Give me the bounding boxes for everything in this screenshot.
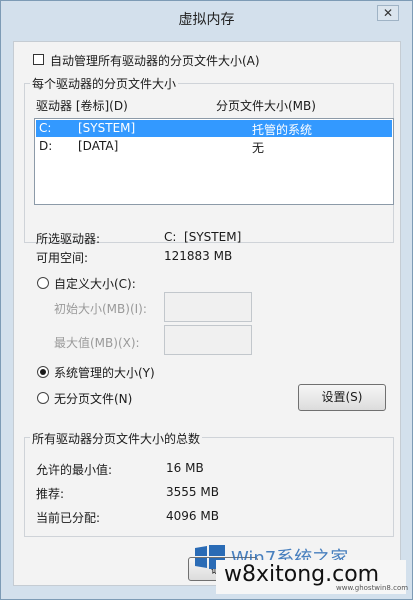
watermark: Win7系统之家 w8xitong.com www.ghostwin8.com <box>191 541 409 596</box>
auto-manage-label[interactable]: 自动管理所有驱动器的分页文件大小(A) <box>50 52 260 69</box>
drive-row-d[interactable]: D: [DATA] 无 <box>36 138 392 155</box>
recommended-label: 推荐: <box>36 487 65 501</box>
per-drive-group-title: 每个驱动器的分页文件大小 <box>30 75 179 92</box>
custom-size-radio[interactable] <box>37 277 49 289</box>
drive-size: 无 <box>252 141 265 155</box>
dialog-title: 虚拟内存 <box>178 12 235 28</box>
initial-size-input[interactable] <box>164 292 252 322</box>
drive-label: [SYSTEM] <box>78 121 136 135</box>
no-paging-radio[interactable] <box>37 392 49 404</box>
size-column-header: 分页文件大小(MB) <box>216 99 316 113</box>
totals-group-title: 所有驱动器分页文件大小的总数 <box>30 430 203 447</box>
current-allocated-label: 当前已分配: <box>36 511 101 525</box>
dialog-body: 自动管理所有驱动器的分页文件大小(A) 每个驱动器的分页文件大小 驱动器 [卷标… <box>13 41 401 586</box>
title-bar: 虚拟内存 ✕ <box>1 1 412 31</box>
selected-drive-value: C: [SYSTEM] <box>164 230 242 244</box>
free-space-label: 可用空间: <box>36 251 89 265</box>
no-paging-label[interactable]: 无分页文件(N) <box>54 390 132 407</box>
free-space-value: 121883 MB <box>164 249 233 263</box>
max-size-label: 最大值(MB)(X): <box>54 336 140 350</box>
watermark-site-box: w8xitong.com www.ghostwin8.com <box>216 560 409 594</box>
min-allowed-label: 允许的最小值: <box>36 463 113 477</box>
virtual-memory-dialog: 虚拟内存 ✕ 自动管理所有驱动器的分页文件大小(A) 每个驱动器的分页文件大小 … <box>0 0 413 600</box>
recommended-value: 3555 MB <box>166 485 219 499</box>
watermark-url: www.ghostwin8.com <box>336 584 409 592</box>
set-button[interactable]: 设置(S) <box>298 384 386 411</box>
auto-manage-checkbox[interactable] <box>33 54 44 65</box>
close-icon: ✕ <box>382 6 394 20</box>
custom-size-label[interactable]: 自定义大小(C): <box>54 275 136 292</box>
drive-label: [DATA] <box>78 139 119 153</box>
selected-drive-label: 所选驱动器: <box>36 232 101 246</box>
drive-letter: C: <box>39 121 52 135</box>
drive-size: 托管的系统 <box>252 123 313 137</box>
close-button[interactable]: ✕ <box>377 5 399 21</box>
initial-size-label: 初始大小(MB)(I): <box>54 302 147 316</box>
drive-list[interactable]: C: [SYSTEM] 托管的系统 D: [DATA] 无 <box>34 118 394 205</box>
min-allowed-value: 16 MB <box>166 461 204 475</box>
max-size-input[interactable] <box>164 325 252 355</box>
drive-letter: D: <box>39 139 53 153</box>
system-managed-label[interactable]: 系统管理的大小(Y) <box>54 364 155 381</box>
drive-column-header: 驱动器 [卷标](D) <box>36 99 128 113</box>
system-managed-radio[interactable] <box>37 366 49 378</box>
drive-row-c[interactable]: C: [SYSTEM] 托管的系统 <box>36 120 392 137</box>
current-allocated-value: 4096 MB <box>166 509 219 523</box>
